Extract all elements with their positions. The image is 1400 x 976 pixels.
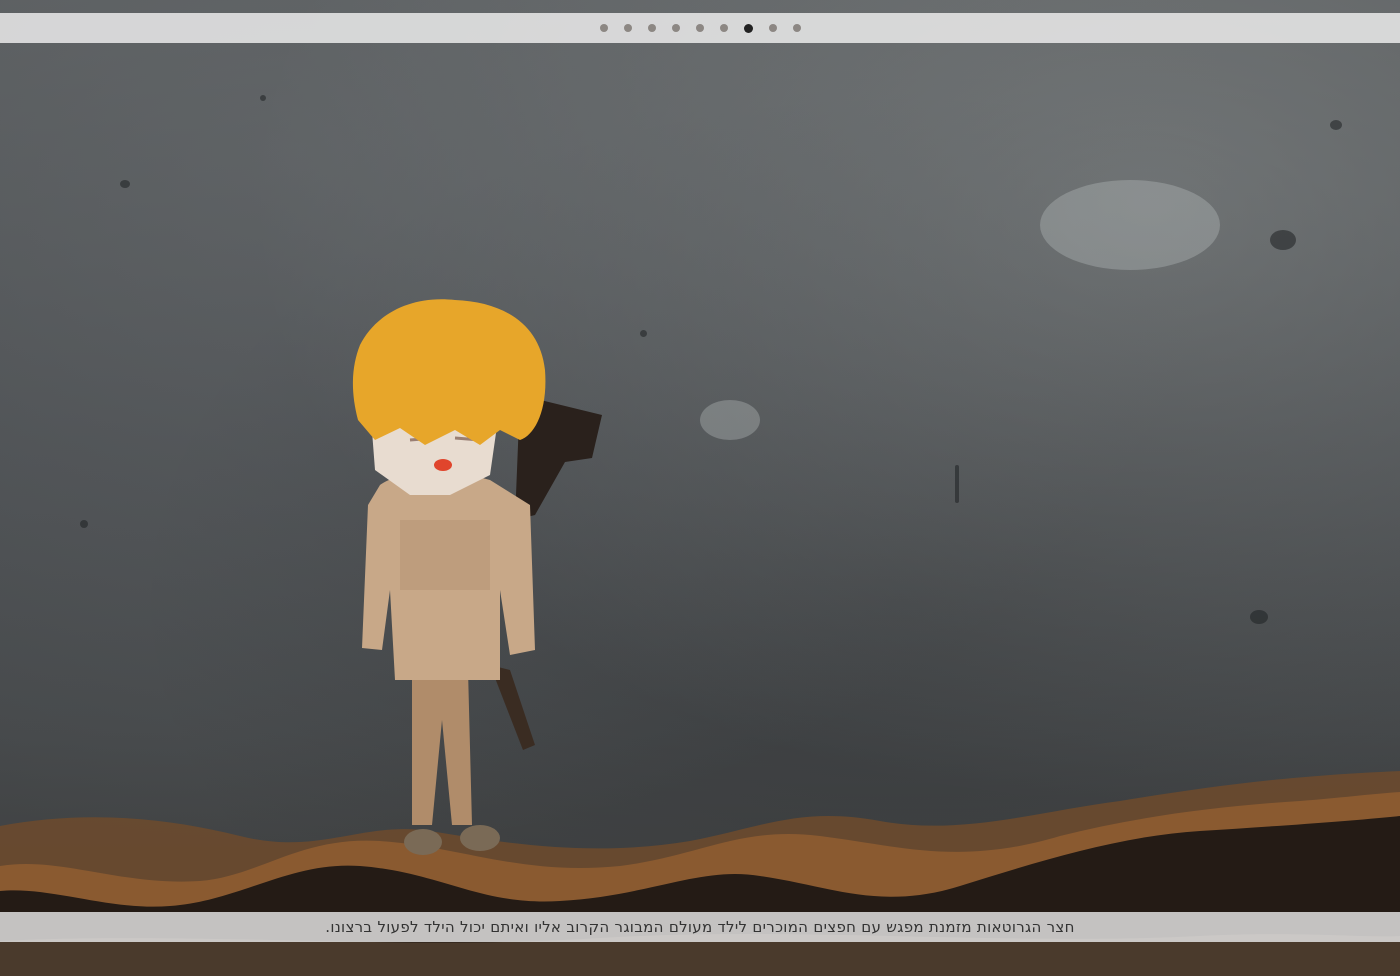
wall-texture [640,330,647,337]
slide-dot-2[interactable] [623,24,632,32]
slide-dots [599,23,801,33]
slide-dot-8[interactable] [768,24,777,32]
slide-dot-9[interactable] [792,24,801,32]
slide-dot-5[interactable] [695,24,704,32]
slide-caption: חצר הגרוטאות מזמנת מפגש עם חפצים המוכרים… [325,918,1075,936]
slide-dot-3[interactable] [647,24,656,32]
wall-texture [260,95,266,101]
wall-texture [1040,180,1220,270]
slide-dot-1[interactable] [599,24,608,32]
paper-child-illustration [352,299,602,855]
wall-texture [700,400,760,440]
slide-background [0,0,1400,976]
wall-texture [120,180,130,188]
wall-texture [1330,120,1342,130]
slide-dot-6[interactable] [719,24,728,32]
wall-texture [955,465,959,503]
wall-texture [1250,610,1268,624]
caption-bar: חצר הגרוטאות מזמנת מפגש עם חפצים המוכרים… [0,912,1400,942]
slide-dot-4[interactable] [671,24,680,32]
wall-texture [80,520,88,528]
slide-navigation-bar [0,13,1400,43]
slide-dot-7[interactable] [743,23,753,33]
wall-texture [1270,230,1296,250]
